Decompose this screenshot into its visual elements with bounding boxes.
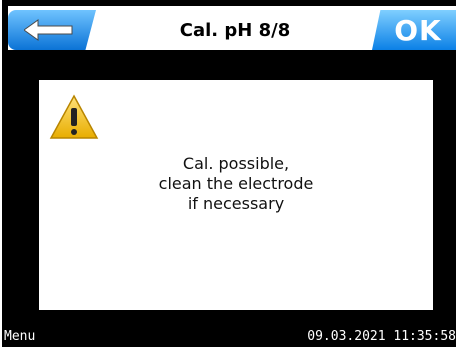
message-line-1: Cal. possible, [182, 154, 290, 173]
message-text: Cal. possible, clean the electrode if ne… [39, 154, 433, 214]
arrow-left-icon [24, 19, 73, 41]
warning-triangle-icon [49, 94, 99, 139]
menu-button[interactable]: Menu [4, 329, 35, 344]
status-bar: Menu 09.03.2021 11:35:58 [0, 325, 456, 347]
device-screen: Cal. pH 8/8 OK Cal. possible, clean the … [0, 0, 456, 347]
left-border [0, 0, 2, 347]
message-line-3: if necessary [187, 194, 285, 213]
page-title: Cal. pH 8/8 [179, 19, 291, 41]
ok-button[interactable]: OK [372, 10, 456, 50]
message-line-2: clean the electrode [158, 174, 314, 193]
back-button[interactable] [8, 10, 96, 50]
message-panel: Cal. possible, clean the electrode if ne… [39, 80, 433, 310]
datetime-display: 09.03.2021 11:35:58 [307, 329, 456, 344]
